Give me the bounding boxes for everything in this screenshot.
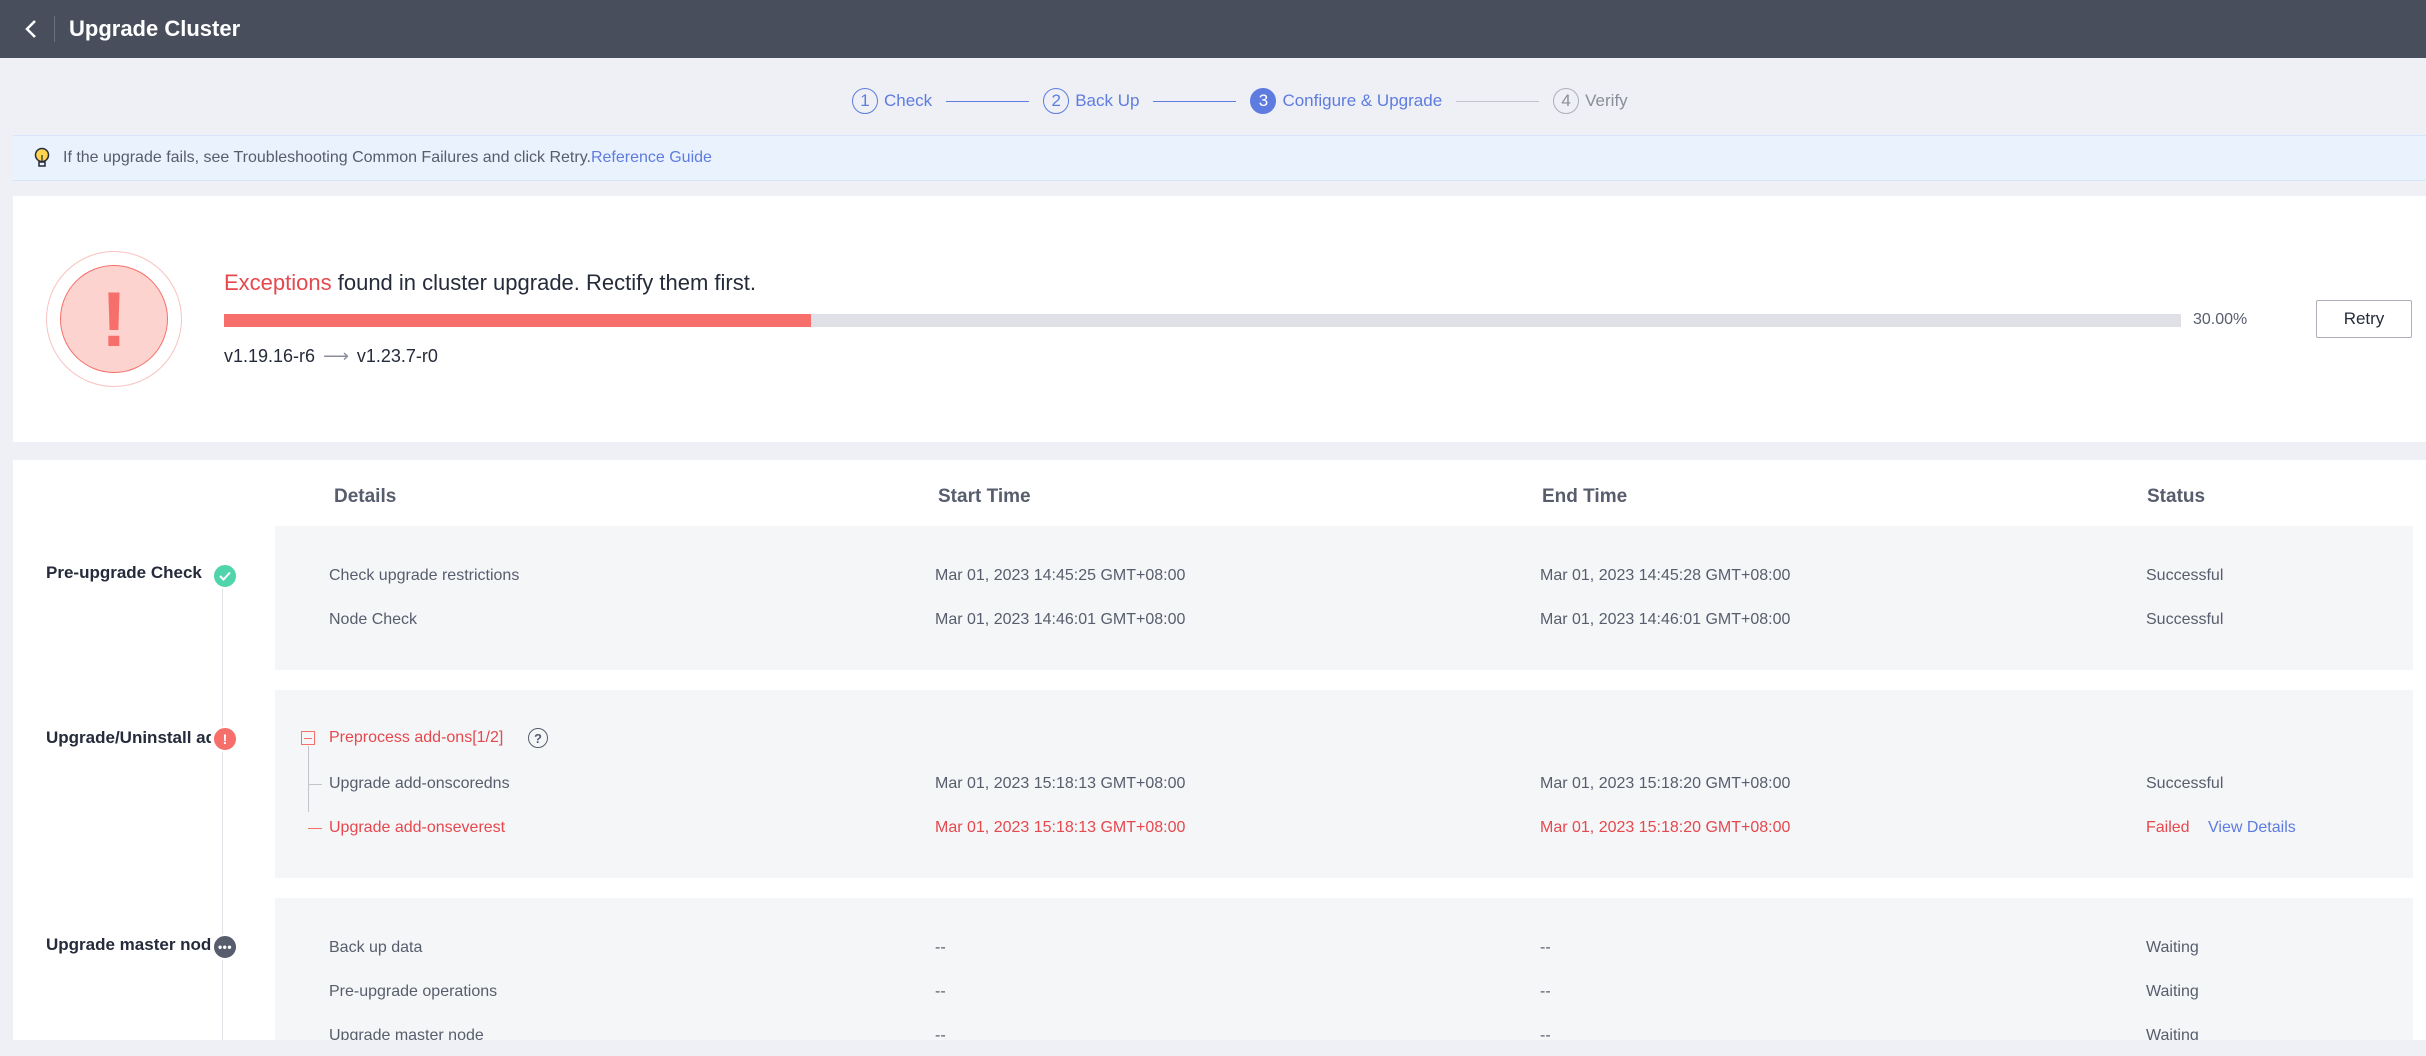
group-upgrade-uninstall-add-ons bbox=[275, 690, 2413, 878]
group-label: Upgrade master node bbox=[46, 935, 211, 954]
row-detail: Back up data bbox=[329, 939, 423, 956]
subgroup-label: Preprocess add-ons[1/2] bbox=[329, 729, 504, 746]
header-divider bbox=[54, 16, 55, 42]
help-icon[interactable]: ? bbox=[528, 728, 548, 748]
progress-percent: 30.00% bbox=[2193, 311, 2248, 328]
step-number: 4 bbox=[1553, 88, 1580, 114]
upgrade-status-card: ! Exceptions found in cluster upgrade. R… bbox=[13, 196, 2426, 442]
column-header-status: Status bbox=[2147, 486, 2206, 507]
column-header-details: Details bbox=[334, 486, 397, 507]
row-detail: Node Check bbox=[329, 611, 418, 628]
tree-branch bbox=[308, 828, 322, 829]
check-circle-icon bbox=[212, 563, 238, 589]
to-version: v1.23.7-r0 bbox=[356, 346, 438, 366]
row-end-time: -- bbox=[1540, 1027, 1551, 1040]
progress-bar bbox=[224, 314, 2181, 327]
exception-alert-icon: ! bbox=[46, 251, 182, 387]
row-detail: Check upgrade restrictions bbox=[329, 567, 520, 584]
arrow-right-icon: ⟶ bbox=[323, 346, 349, 366]
notice-bar: If the upgrade fails, see Troubleshootin… bbox=[13, 135, 2426, 181]
row-end-time: Mar 01, 2023 14:46:01 GMT+08:00 bbox=[1540, 611, 1791, 628]
step-verify: 4 Verify bbox=[1553, 88, 1628, 114]
row-end-time: Mar 01, 2023 14:45:28 GMT+08:00 bbox=[1540, 567, 1791, 584]
row-status: Waiting bbox=[2146, 939, 2199, 956]
exclamation-mark: ! bbox=[60, 265, 168, 373]
step-number: 2 bbox=[1043, 88, 1070, 114]
row-detail: Upgrade add-onscoredns bbox=[329, 775, 510, 792]
top-header: Upgrade Cluster bbox=[0, 0, 2426, 58]
step-connector bbox=[946, 100, 1030, 102]
status-message-rest: found in cluster upgrade. Rectify them f… bbox=[331, 270, 756, 295]
row-start-time: Mar 01, 2023 14:45:25 GMT+08:00 bbox=[935, 567, 1186, 584]
row-detail: Pre-upgrade operations bbox=[329, 983, 498, 1000]
step-connector bbox=[1153, 100, 1237, 102]
group-label: Upgrade/Uninstall add-ons bbox=[46, 728, 211, 747]
row-status: Successful bbox=[2146, 567, 2224, 584]
progress-fill bbox=[224, 314, 812, 327]
row-start-time: Mar 01, 2023 15:18:13 GMT+08:00 bbox=[935, 775, 1186, 792]
status-message: Exceptions found in cluster upgrade. Rec… bbox=[224, 270, 756, 296]
group-pre-upgrade-check bbox=[275, 526, 2413, 670]
step-connector bbox=[1456, 100, 1540, 102]
version-change: v1.19.16-r6 ⟶ v1.23.7-r0 bbox=[224, 346, 438, 367]
page-title: Upgrade Cluster bbox=[69, 16, 241, 41]
column-header-end-time: End Time bbox=[1542, 486, 1628, 507]
row-status: Failed bbox=[2146, 819, 2190, 836]
step-number: 1 bbox=[852, 88, 878, 114]
chevron-left-icon bbox=[25, 20, 36, 38]
upgrade-details-card: Details Start Time End Time Status Pre-u… bbox=[13, 460, 2426, 1040]
stepper: 1 Check 2 Back Up 3 Configure & Upgrade … bbox=[852, 88, 1628, 114]
row-start-time: Mar 01, 2023 14:46:01 GMT+08:00 bbox=[935, 611, 1186, 628]
notice-text: If the upgrade fails, see Troubleshootin… bbox=[63, 149, 591, 166]
exceptions-word: Exceptions bbox=[224, 270, 332, 295]
step-number: 3 bbox=[1250, 88, 1277, 114]
row-end-time: -- bbox=[1540, 983, 1551, 1000]
row-start-time: Mar 01, 2023 15:18:13 GMT+08:00 bbox=[935, 819, 1186, 836]
lightbulb-icon bbox=[33, 147, 51, 169]
from-version: v1.19.16-r6 bbox=[224, 346, 316, 366]
retry-button[interactable]: Retry bbox=[2316, 300, 2412, 338]
step-back-up: 2 Back Up bbox=[1043, 88, 1139, 114]
back-button[interactable] bbox=[16, 14, 46, 44]
step-label: Check bbox=[884, 91, 933, 110]
row-end-time: Mar 01, 2023 15:18:20 GMT+08:00 bbox=[1540, 819, 1791, 836]
row-start-time: -- bbox=[935, 983, 946, 1000]
row-status: Successful bbox=[2146, 775, 2224, 792]
step-check: 1 Check bbox=[852, 88, 932, 114]
row-status: Successful bbox=[2146, 611, 2224, 628]
error-circle-icon: ! bbox=[212, 726, 238, 752]
tree-connector bbox=[308, 746, 309, 812]
more-dots-icon: ••• bbox=[212, 934, 238, 960]
row-detail: Upgrade master node bbox=[329, 1027, 484, 1040]
row-end-time: -- bbox=[1540, 939, 1551, 956]
view-details-link[interactable]: View Details bbox=[2208, 819, 2296, 837]
row-status: Waiting bbox=[2146, 983, 2199, 1000]
row-detail: Upgrade add-onseverest bbox=[329, 819, 506, 836]
row-start-time: -- bbox=[935, 939, 946, 956]
step-label: Back Up bbox=[1075, 91, 1140, 110]
tree-branch bbox=[308, 784, 322, 785]
step-configure-upgrade: 3 Configure & Upgrade bbox=[1250, 88, 1442, 114]
collapse-icon[interactable] bbox=[301, 731, 315, 745]
row-status: Waiting bbox=[2146, 1027, 2199, 1040]
timeline-line bbox=[222, 575, 223, 1040]
column-header-start-time: Start Time bbox=[938, 486, 1031, 507]
reference-guide-link[interactable]: Reference Guide bbox=[591, 149, 712, 167]
group-upgrade-master-node bbox=[275, 898, 2413, 1040]
step-label: Configure & Upgrade bbox=[1282, 91, 1443, 110]
row-end-time: Mar 01, 2023 15:18:20 GMT+08:00 bbox=[1540, 775, 1791, 792]
group-label: Pre-upgrade Check bbox=[46, 563, 202, 582]
row-start-time: -- bbox=[935, 1027, 946, 1040]
step-label: Verify bbox=[1585, 91, 1628, 110]
